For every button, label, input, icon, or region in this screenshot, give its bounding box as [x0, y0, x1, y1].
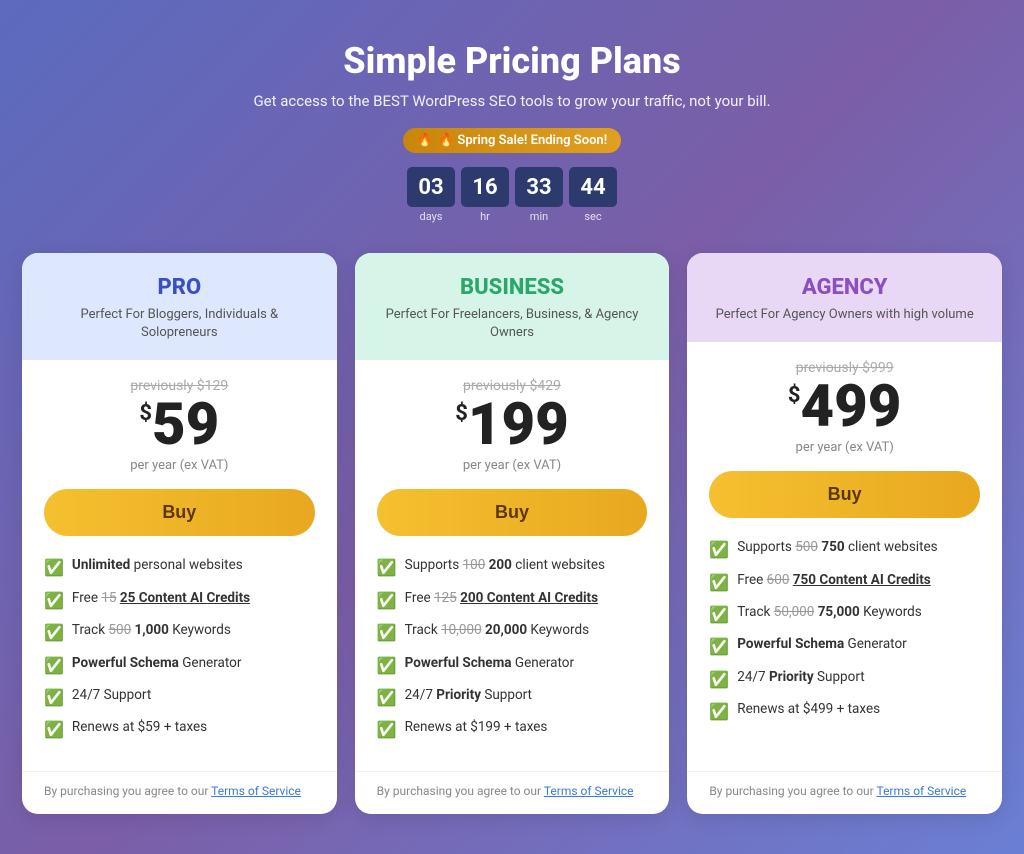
plan-name-pro: PRO — [42, 275, 317, 300]
per-year-pro: per year (ex VAT) — [44, 458, 315, 473]
sale-badge-text: 🔥 Spring Sale! Ending Soon! — [438, 133, 607, 148]
plan-body-business: previously $429 $199 per year (ex VAT) B… — [355, 360, 670, 770]
sale-badge: 🔥 🔥 Spring Sale! Ending Soon! — [403, 128, 621, 153]
features-list-agency: ✅ Supports 500 750 client websites ✅ Fre… — [709, 538, 980, 751]
plan-card-pro: PRO Perfect For Bloggers, Individuals & … — [22, 253, 337, 814]
feature-business-3: ✅ Track 10,000 20,000 Keywords — [377, 621, 648, 644]
feature-pro-2: ✅ Free 15 25 Content AI Credits — [44, 589, 315, 612]
check-icon: ✅ — [709, 701, 729, 723]
buy-button-business[interactable]: Buy — [377, 489, 648, 536]
feature-agency-1: ✅ Supports 500 750 client websites — [709, 538, 980, 561]
plan-body-pro: previously $129 $59 per year (ex VAT) Bu… — [22, 360, 337, 770]
feature-pro-5: ✅ 24/7 Support — [44, 686, 315, 709]
plan-header-business: BUSINESS Perfect For Freelancers, Busine… — [355, 253, 670, 360]
countdown-days-label: days — [420, 210, 443, 223]
price-dollar-agency: $ — [788, 383, 801, 408]
tos-link-business[interactable]: Terms of Service — [544, 784, 634, 798]
plan-footer-pro: By purchasing you agree to our Terms of … — [22, 771, 337, 814]
plan-name-business: BUSINESS — [375, 275, 650, 300]
plan-name-agency: AGENCY — [707, 275, 982, 300]
feature-pro-1: ✅ Unlimited personal websites — [44, 556, 315, 579]
plan-header-pro: PRO Perfect For Bloggers, Individuals & … — [22, 253, 337, 360]
check-icon: ✅ — [709, 604, 729, 626]
countdown-minutes-value: 33 — [515, 167, 563, 207]
check-icon: ✅ — [709, 636, 729, 658]
countdown-seconds: 44 sec — [569, 167, 617, 223]
check-icon: ✅ — [377, 557, 397, 579]
check-icon: ✅ — [44, 719, 64, 741]
countdown-days-value: 03 — [407, 167, 455, 207]
feature-agency-6: ✅ Renews at $499 + taxes — [709, 700, 980, 723]
check-icon: ✅ — [377, 687, 397, 709]
countdown-hours: 16 hr — [461, 167, 509, 223]
check-icon: ✅ — [44, 687, 64, 709]
feature-business-5: ✅ 24/7 Priority Support — [377, 686, 648, 709]
feature-business-2: ✅ Free 125 200 Content AI Credits — [377, 589, 648, 612]
new-price-business: $199 — [377, 396, 648, 454]
plan-card-business: BUSINESS Perfect For Freelancers, Busine… — [355, 253, 670, 814]
price-dollar-business: $ — [455, 401, 468, 426]
plans-grid: PRO Perfect For Bloggers, Individuals & … — [22, 253, 1002, 814]
countdown-seconds-label: sec — [584, 210, 601, 223]
plan-desc-pro: Perfect For Bloggers, Individuals & Solo… — [42, 306, 317, 342]
price-amount-agency: 499 — [801, 373, 902, 441]
check-icon: ✅ — [44, 622, 64, 644]
countdown-hours-label: hr — [480, 210, 490, 223]
features-list-business: ✅ Supports 100 200 client websites ✅ Fre… — [377, 556, 648, 750]
feature-agency-2: ✅ Free 600 750 Content AI Credits — [709, 571, 980, 594]
buy-button-agency[interactable]: Buy — [709, 471, 980, 518]
feature-agency-3: ✅ Track 50,000 75,000 Keywords — [709, 603, 980, 626]
feature-business-6: ✅ Renews at $199 + taxes — [377, 718, 648, 741]
features-list-pro: ✅ Unlimited personal websites ✅ Free 15 … — [44, 556, 315, 750]
plan-header-agency: AGENCY Perfect For Agency Owners with hi… — [687, 253, 1002, 342]
price-amount-business: 199 — [468, 391, 569, 459]
price-dollar-pro: $ — [139, 401, 152, 426]
countdown-minutes: 33 min — [515, 167, 563, 223]
plan-footer-business: By purchasing you agree to our Terms of … — [355, 771, 670, 814]
feature-agency-5: ✅ 24/7 Priority Support — [709, 668, 980, 691]
feature-business-4: ✅ Powerful Schema Generator — [377, 654, 648, 677]
countdown-timer: 03 days 16 hr 33 min 44 sec — [20, 167, 1004, 223]
page-subtitle: Get access to the BEST WordPress SEO too… — [20, 92, 1004, 110]
countdown-days: 03 days — [407, 167, 455, 223]
plan-card-agency: AGENCY Perfect For Agency Owners with hi… — [687, 253, 1002, 814]
new-price-pro: $59 — [44, 396, 315, 454]
page-title: Simple Pricing Plans — [20, 40, 1004, 82]
check-icon: ✅ — [44, 590, 64, 612]
check-icon: ✅ — [709, 539, 729, 561]
check-icon: ✅ — [377, 655, 397, 677]
price-amount-pro: 59 — [152, 391, 219, 459]
countdown-seconds-value: 44 — [569, 167, 617, 207]
check-icon: ✅ — [709, 572, 729, 594]
per-year-agency: per year (ex VAT) — [709, 440, 980, 455]
check-icon: ✅ — [44, 655, 64, 677]
check-icon: ✅ — [44, 557, 64, 579]
plan-desc-agency: Perfect For Agency Owners with high volu… — [707, 306, 982, 324]
countdown-hours-value: 16 — [461, 167, 509, 207]
fire-icon: 🔥 — [417, 133, 433, 148]
tos-link-agency[interactable]: Terms of Service — [876, 784, 966, 798]
per-year-business: per year (ex VAT) — [377, 458, 648, 473]
buy-button-pro[interactable]: Buy — [44, 489, 315, 536]
plan-footer-agency: By purchasing you agree to our Terms of … — [687, 771, 1002, 814]
plan-body-agency: previously $999 $499 per year (ex VAT) B… — [687, 342, 1002, 771]
new-price-agency: $499 — [709, 378, 980, 436]
feature-agency-4: ✅ Powerful Schema Generator — [709, 635, 980, 658]
plan-desc-business: Perfect For Freelancers, Business, & Age… — [375, 306, 650, 342]
tos-link-pro[interactable]: Terms of Service — [211, 784, 301, 798]
feature-pro-4: ✅ Powerful Schema Generator — [44, 654, 315, 677]
countdown-minutes-label: min — [530, 210, 548, 223]
check-icon: ✅ — [377, 719, 397, 741]
feature-pro-6: ✅ Renews at $59 + taxes — [44, 718, 315, 741]
feature-business-1: ✅ Supports 100 200 client websites — [377, 556, 648, 579]
check-icon: ✅ — [377, 622, 397, 644]
feature-pro-3: ✅ Track 500 1,000 Keywords — [44, 621, 315, 644]
check-icon: ✅ — [709, 669, 729, 691]
check-icon: ✅ — [377, 590, 397, 612]
